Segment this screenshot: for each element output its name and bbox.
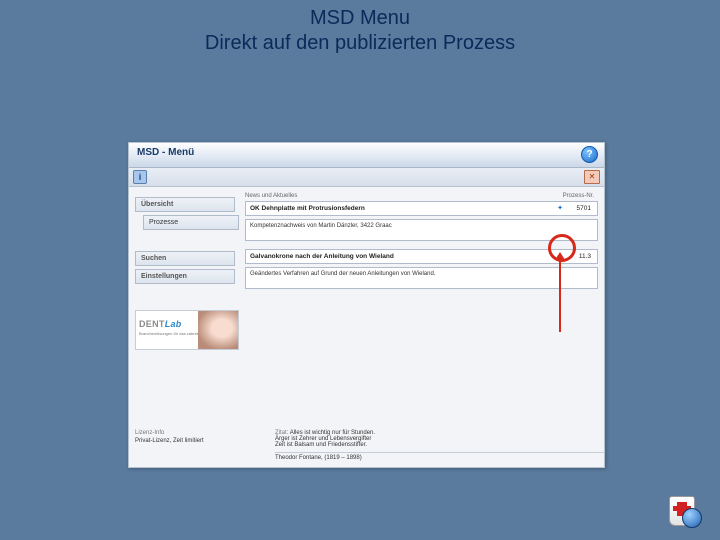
license-label: Lizenz-Info — [135, 430, 255, 436]
news-item-2-number: 11.3 — [579, 253, 591, 260]
news-column-header: News und Aktuelles Prozess-Nr. — [245, 193, 598, 201]
sidebar-item-search[interactable]: Suchen — [135, 251, 235, 266]
star-icon: ✦ — [557, 204, 563, 212]
sidebar-item-settings[interactable]: Einstellungen — [135, 269, 235, 284]
sidebar: Übersicht Prozesse Suchen Einstellungen … — [135, 197, 235, 350]
brand-image — [198, 311, 238, 349]
app-window: MSD - Menü ? i ✕ Übersicht Prozesse Such… — [128, 142, 605, 468]
news-item-1-number: 5701 — [577, 205, 591, 212]
close-icon[interactable]: ✕ — [584, 170, 600, 184]
slide-title-line2: Direkt auf den publizierten Prozess — [205, 32, 515, 54]
slide-title: MSD Menu Direkt auf den publizierten Pro… — [0, 6, 720, 56]
news-item-2-title[interactable]: Galvanokrone nach der Anleitung von Wiel… — [245, 249, 598, 264]
brand-logo: DENTLab Branchenlösungen für das zahntec… — [135, 310, 239, 350]
window-title: MSD - Menü — [137, 147, 194, 158]
star-icon: ✦ — [557, 252, 563, 260]
sidebar-item-processes[interactable]: Prozesse — [143, 215, 239, 230]
news-item-1-title[interactable]: OK Dehnplatte mit Protrusionsfedern ✦ 57… — [245, 201, 598, 216]
title-bar: MSD - Menü ? — [129, 143, 604, 168]
license-value: Privat-Lizenz, Zeit limitiert — [135, 438, 255, 444]
news-header-right: Prozess-Nr. — [563, 193, 594, 199]
info-icon[interactable]: i — [133, 170, 147, 184]
quote-attribution: Theodor Fontane, (1819 – 1898) — [275, 452, 605, 461]
sidebar-item-overview[interactable]: Übersicht — [135, 197, 235, 212]
news-header-left: News und Aktuelles — [245, 193, 297, 199]
news-item-2-desc: Geändertes Verfahren auf Grund der neuen… — [245, 267, 598, 289]
corner-logo — [666, 494, 702, 528]
news-item-1-desc: Kompetenznachweis von Martin Dänzler, 34… — [245, 219, 598, 241]
news-panel: News und Aktuelles Prozess-Nr. OK Dehnpl… — [245, 193, 598, 297]
footer: Lizenz-Info Privat-Lizenz, Zeit limitier… — [135, 430, 598, 461]
help-icon[interactable]: ? — [581, 146, 598, 163]
slide-title-line1: MSD Menu — [310, 7, 410, 29]
